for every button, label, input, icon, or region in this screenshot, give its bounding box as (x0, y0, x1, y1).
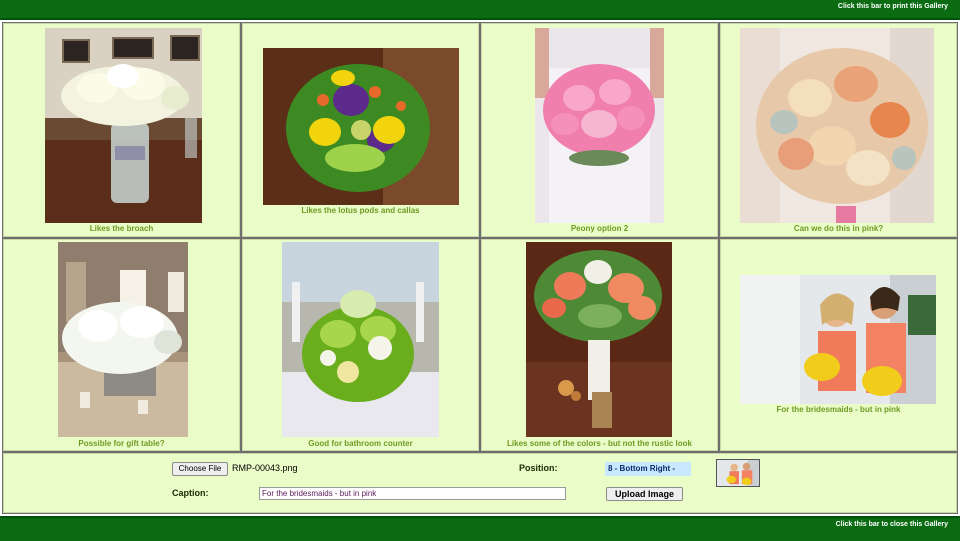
gallery-photo-1[interactable] (45, 28, 202, 223)
gallery-photo-2[interactable] (263, 48, 459, 205)
gallery-caption-3: Peony option 2 (570, 224, 629, 233)
gallery-caption-8: For the bridesmaids - but in pink (776, 405, 901, 414)
gallery-photo-4[interactable] (740, 28, 934, 223)
gallery-caption-4: Can we do this in pink? (793, 224, 884, 233)
gallery-item-2[interactable]: Likes the lotus pods and callas (241, 22, 480, 238)
gallery-grid: Likes the broach Likes the lotus pods an… (2, 22, 958, 452)
gallery-item-6[interactable]: Good for bathroom counter (241, 238, 480, 452)
gallery-caption-1: Likes the broach (89, 224, 154, 233)
upload-image-button[interactable]: Upload Image (606, 487, 683, 501)
gallery-photo-5[interactable] (58, 242, 188, 437)
caption-input[interactable] (259, 487, 566, 500)
gallery-caption-5: Possible for gift table? (78, 439, 165, 448)
gallery-item-3[interactable]: Peony option 2 (480, 22, 719, 238)
gallery-photo-6[interactable] (282, 242, 439, 437)
gallery-item-8[interactable]: For the bridesmaids - but in pink (719, 238, 958, 452)
print-gallery-bar[interactable]: Click this bar to print this Gallery (0, 0, 960, 20)
position-select[interactable]: 8 - Bottom Right - (605, 462, 691, 476)
caption-label: Caption: (172, 488, 209, 498)
gallery-caption-2: Likes the lotus pods and callas (301, 206, 420, 215)
choose-file-button[interactable]: Choose File (172, 462, 228, 476)
gallery-item-5[interactable]: Possible for gift table? (2, 238, 241, 452)
gallery-photo-8[interactable] (740, 275, 936, 404)
upload-form: Choose File RMP-00043.png Position: 8 - … (2, 452, 958, 514)
gallery-photo-7[interactable] (526, 242, 672, 437)
selected-file-name: RMP-00043.png (232, 463, 298, 473)
gallery-item-7[interactable]: Likes some of the colors - but not the r… (480, 238, 719, 452)
gallery-caption-7: Likes some of the colors - but not the r… (507, 439, 692, 448)
gallery-photo-3[interactable] (535, 28, 664, 223)
close-gallery-bar[interactable]: Click this bar to close this Gallery (0, 516, 960, 541)
gallery-item-4[interactable]: Can we do this in pink? (719, 22, 958, 238)
gallery-item-1[interactable]: Likes the broach (2, 22, 241, 238)
gallery-caption-6: Good for bathroom counter (308, 439, 413, 448)
selected-image-thumbnail (716, 459, 760, 487)
position-label: Position: (519, 463, 558, 473)
